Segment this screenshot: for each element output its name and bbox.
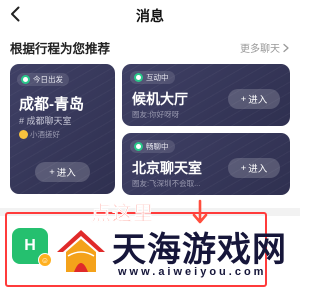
plus-icon: + xyxy=(240,93,247,105)
plus-icon: + xyxy=(240,162,247,174)
status-badge: 互动中 xyxy=(130,71,175,84)
join-button[interactable]: + 进入 xyxy=(228,89,280,109)
join-label: 进入 xyxy=(56,168,76,179)
more-chats-link[interactable]: 更多聊天 xyxy=(240,40,290,55)
chat-card-waiting-hall[interactable]: 互动中 候机大厅 圈友:你好呀呀 + 进入 xyxy=(122,64,290,126)
chat-card-chengdu-qingdao[interactable]: 今日出发 成都-青岛 # 成都聊天室 小酒搓好 + 进入 xyxy=(10,64,115,194)
chat-app-icon[interactable]: H ☺ xyxy=(12,228,52,267)
section-title: 根据行程为您推荐 xyxy=(10,42,111,56)
plus-icon: + xyxy=(49,166,55,178)
join-button[interactable]: + 进入 xyxy=(228,158,280,178)
status-dot-icon xyxy=(21,75,30,84)
card-title: 成都-青岛 xyxy=(19,96,84,113)
badge-label: 互动中 xyxy=(146,73,169,82)
card-note-text: 小酒搓好 xyxy=(30,130,60,139)
chevron-right-icon xyxy=(283,43,289,52)
card-title: 北京聊天室 xyxy=(132,160,202,176)
watermark-logo-icon xyxy=(57,230,105,272)
page-title: 消息 xyxy=(136,8,164,24)
app-icon-glyph: H xyxy=(24,237,36,254)
card-subtitle: # 成都聊天室 xyxy=(19,116,72,126)
join-label: 进入 xyxy=(248,164,268,175)
status-dot-icon xyxy=(134,73,143,82)
more-chats-label: 更多聊天 xyxy=(240,44,280,55)
status-dot-icon xyxy=(134,142,143,151)
watermark-url: www.aiweiyou.com xyxy=(118,266,267,278)
chat-card-beijing[interactable]: 畅聊中 北京聊天室 圈友:飞深圳不会取... + 进入 xyxy=(122,133,290,195)
watermark-name: 天海游戏网 xyxy=(112,230,287,270)
badge-label: 畅聊中 xyxy=(146,142,169,151)
card-note: 圈友:你好呀呀 xyxy=(132,110,180,119)
join-label: 进入 xyxy=(248,95,268,106)
join-button[interactable]: + 进入 xyxy=(35,162,90,182)
top-bar: 消息 xyxy=(0,0,300,30)
emoji-icon xyxy=(19,130,28,139)
status-badge: 畅聊中 xyxy=(130,140,175,153)
status-badge: 今日出发 xyxy=(17,73,69,86)
card-title: 候机大厅 xyxy=(132,91,188,107)
card-note: 圈友:飞深圳不会取... xyxy=(132,179,201,188)
badge-label: 今日出发 xyxy=(33,75,63,84)
card-note: 小酒搓好 xyxy=(19,129,60,140)
smile-badge-icon: ☺ xyxy=(38,253,52,267)
